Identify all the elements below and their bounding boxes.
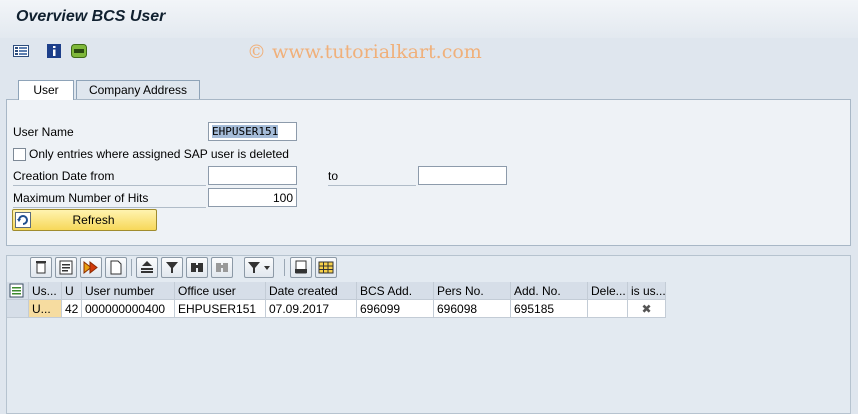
sort-ascending-icon[interactable]: [136, 257, 158, 278]
title-bar: Overview BCS User: [0, 0, 858, 38]
find-icon[interactable]: [186, 257, 208, 278]
table-cell[interactable]: 696098: [434, 300, 511, 318]
cross-icon[interactable]: ✖: [628, 300, 666, 318]
table-cell[interactable]: EHPUSER151: [175, 300, 266, 318]
table-cell[interactable]: 000000000400: [82, 300, 175, 318]
column-header[interactable]: Office user: [175, 282, 266, 300]
tab-company-address[interactable]: Company Address: [76, 80, 200, 100]
result-grid-area: [6, 255, 851, 414]
to-label: to: [328, 169, 339, 183]
spreadsheet-icon[interactable]: [315, 257, 337, 278]
execute-icon[interactable]: [80, 257, 102, 278]
select-all-icon[interactable]: [7, 282, 29, 300]
new-document-icon[interactable]: [105, 257, 127, 278]
creation-date-to-input[interactable]: [418, 166, 507, 185]
to-underline: [328, 185, 416, 186]
tab-user[interactable]: User: [18, 80, 74, 100]
column-header[interactable]: Add. No.: [511, 282, 588, 300]
column-header[interactable]: User number: [82, 282, 175, 300]
list-icon[interactable]: [13, 44, 29, 58]
filter-icon[interactable]: [161, 257, 183, 278]
table-cell[interactable]: 695185: [511, 300, 588, 318]
column-header[interactable]: Date created: [266, 282, 357, 300]
user-name-input[interactable]: EHPUSER151: [208, 122, 297, 141]
max-hits-underline: [13, 207, 206, 208]
user-name-label: User Name: [13, 125, 74, 139]
column-header[interactable]: U: [62, 282, 82, 300]
max-hits-input[interactable]: 100: [208, 188, 297, 207]
info-icon[interactable]: [47, 44, 61, 58]
deleted-user-checkbox-label: Only entries where assigned SAP user is …: [29, 147, 289, 161]
table-cell[interactable]: 42: [62, 300, 82, 318]
refresh-button-label: Refresh: [72, 213, 115, 227]
deleted-user-checkbox[interactable]: [13, 148, 26, 161]
table-cell[interactable]: U...: [29, 300, 62, 318]
max-hits-label: Maximum Number of Hits: [13, 191, 149, 205]
creation-date-label: Creation Date from: [13, 169, 115, 183]
creation-date-from-input[interactable]: [208, 166, 297, 185]
delete-icon[interactable]: [30, 257, 52, 278]
find-next-icon[interactable]: [211, 257, 233, 278]
column-header[interactable]: Dele...: [588, 282, 628, 300]
set-filter-dropdown-icon[interactable]: [244, 257, 274, 278]
creation-date-underline: [13, 185, 206, 186]
refresh-icon: [15, 212, 31, 228]
application-toolbar: © www.tutorialkart.com: [0, 38, 858, 66]
row-selector[interactable]: [7, 300, 29, 318]
column-header[interactable]: Us...: [29, 282, 62, 300]
toolbar-separator: [131, 259, 132, 276]
user-name-value: EHPUSER151: [212, 125, 279, 138]
page-title: Overview BCS User: [16, 8, 166, 25]
table-cell[interactable]: 07.09.2017: [266, 300, 357, 318]
job-icon[interactable]: [71, 44, 87, 58]
details-icon[interactable]: [55, 257, 77, 278]
column-header[interactable]: Pers No.: [434, 282, 511, 300]
table-cell[interactable]: 696099: [357, 300, 434, 318]
refresh-button[interactable]: Refresh: [12, 209, 157, 231]
toolbar-separator: [284, 259, 285, 276]
table-cell[interactable]: [588, 300, 628, 318]
watermark-text: © www.tutorialkart.com: [247, 41, 482, 63]
column-header[interactable]: BCS Add.: [357, 282, 434, 300]
column-header[interactable]: is us...: [628, 282, 666, 300]
print-preview-icon[interactable]: [290, 257, 312, 278]
